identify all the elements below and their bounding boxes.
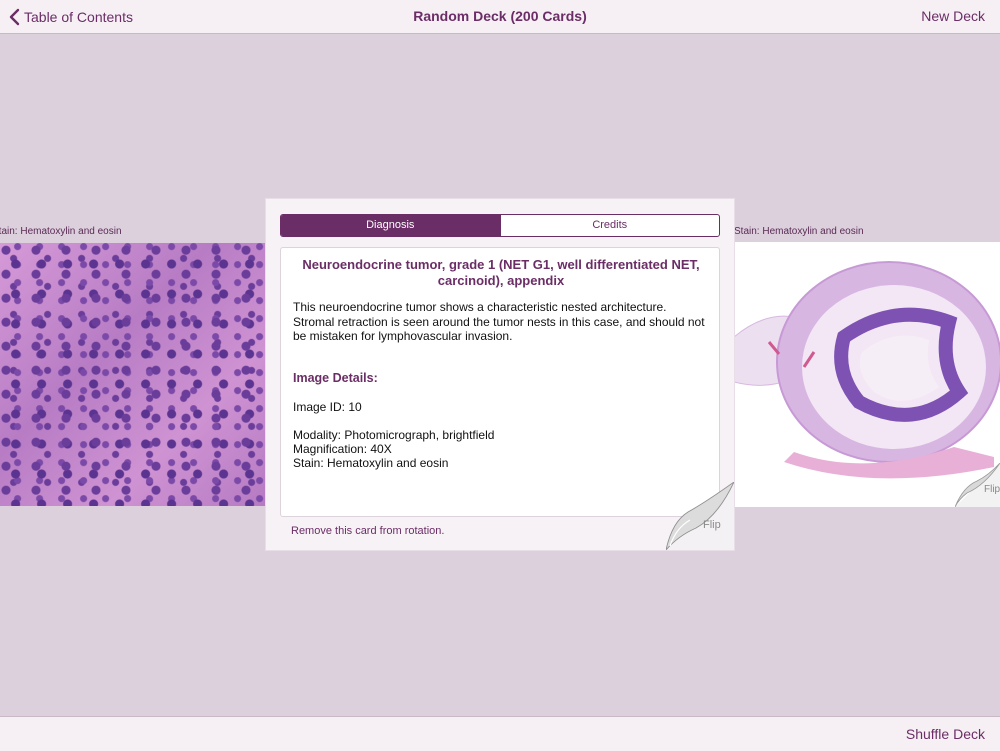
bottom-toolbar: Shuffle Deck <box>0 716 1000 751</box>
page-title: Random Deck (200 Cards) <box>413 8 587 24</box>
right-flip-label: Flip <box>984 484 1000 495</box>
chevron-left-icon <box>9 8 20 25</box>
tab-credits[interactable]: Credits <box>499 215 720 236</box>
image-magnification: Magnification: 40X <box>293 442 392 456</box>
image-stain: Stain: Hematoxylin and eosin <box>293 456 449 470</box>
image-details-heading: Image Details: <box>293 371 378 385</box>
back-button[interactable]: Table of Contents <box>8 0 133 33</box>
shuffle-deck-button[interactable]: Shuffle Deck <box>906 717 985 751</box>
back-button-label: Table of Contents <box>24 8 133 25</box>
image-modality: Modality: Photomicrograph, brightfield <box>293 428 495 442</box>
segmented-control: Diagnosis Credits <box>280 214 720 237</box>
remove-card-link[interactable]: Remove this card from rotation. <box>291 525 444 537</box>
left-card-caption: Stain: Hematoxylin and eosin <box>0 226 122 237</box>
diagnosis-title: Neuroendocrine tumor, grade 1 (NET G1, w… <box>302 257 700 288</box>
image-id: Image ID: 10 <box>293 400 362 414</box>
tab-diagnosis[interactable]: Diagnosis <box>281 215 500 236</box>
flip-label[interactable]: Flip <box>703 519 721 531</box>
top-navigation-bar: Table of Contents Random Deck (200 Cards… <box>0 0 1000 34</box>
diagnosis-panel: Neuroendocrine tumor, grade 1 (NET G1, w… <box>280 247 720 517</box>
flashcard: Diagnosis Credits Neuroendocrine tumor, … <box>266 199 734 550</box>
new-deck-button[interactable]: New Deck <box>921 0 985 33</box>
right-card-caption: Stain: Hematoxylin and eosin <box>734 226 864 237</box>
diagnosis-description: This neuroendocrine tumor shows a charac… <box>293 300 705 343</box>
left-card-histology-image[interactable] <box>0 243 266 506</box>
page-curl-icon[interactable] <box>666 482 734 550</box>
